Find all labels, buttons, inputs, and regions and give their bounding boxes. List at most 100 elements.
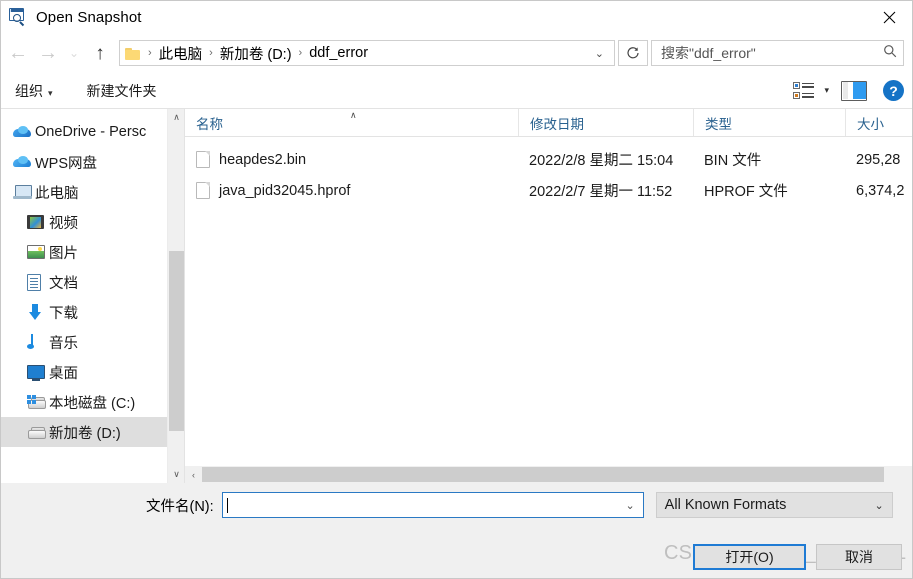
pictures-icon [27,245,49,259]
window-title: Open Snapshot [36,8,142,26]
back-icon[interactable]: ← [3,38,33,68]
snapshot-search-icon [8,7,28,27]
cancel-button[interactable]: 取消 [816,544,902,570]
this-pc-icon [13,185,35,199]
sidebar-item-pictures[interactable]: 图片 [1,237,184,267]
sidebar-item-this-pc[interactable]: 此电脑 [1,177,184,207]
file-date-cell: 2022/2/7 星期一 11:52 [529,184,673,200]
command-bar: 组织 ▾ 新建文件夹 ▾ ? [1,73,912,109]
new-folder-button[interactable]: 新建文件夹 [81,77,163,105]
chevron-down-icon[interactable]: ⌄ [868,499,889,512]
filename-row: 文件名(N): ⌄ All Known Formats ⌄ [1,492,912,518]
sidebar-item-desktop[interactable]: 桌面 [1,357,184,387]
file-rows: heapdes2.bin 2022/2/8 星期二 15:04 BIN 文件 2… [185,137,912,206]
column-header-type[interactable]: 类型 [693,109,845,136]
sidebar-item-label: 文档 [49,275,78,292]
file-icon [196,182,210,199]
sidebar-item-label: 音乐 [49,335,78,352]
sidebar-item-wps-cloud[interactable]: WPS网盘 [1,147,184,177]
sidebar-item-label: 图片 [49,245,78,262]
sidebar-item-downloads[interactable]: 下载 [1,297,184,327]
chevron-down-icon[interactable]: ⌄ [585,47,612,60]
sidebar-item-label: OneDrive - Persc [35,124,147,140]
folder-icon [125,47,141,60]
chevron-down-icon[interactable]: ⌄ [619,499,640,512]
scroll-up-icon[interactable]: ∧ [168,109,184,126]
forward-icon[interactable]: → [33,38,63,68]
column-header-date-modified[interactable]: 修改日期 [518,109,693,136]
horizontal-scrollbar-thumb[interactable] [202,467,884,482]
horizontal-scrollbar[interactable]: ‹ [185,466,912,483]
desktop-icon [27,365,49,381]
table-row[interactable]: java_pid32045.hprof 2022/2/7 星期一 11:52 H… [185,175,912,206]
sidebar-item-videos[interactable]: 视频 [1,207,184,237]
organize-button[interactable]: 组织 ▾ [9,77,59,105]
breadcrumb-item-this-pc[interactable]: 此电脑 [157,43,205,64]
breadcrumb-separator: › [148,47,152,59]
sidebar-item-label: 本地磁盘 (C:) [49,395,136,412]
navigation-bar: ← → ⌄ ↑ › 此电脑 › 新加卷 (D:) › ddf_error ⌄ 搜… [1,33,912,73]
dialog-footer: 文件名(N): ⌄ All Known Formats ⌄ CSDN @weix… [1,483,912,578]
sidebar-item-documents[interactable]: 文档 [1,267,184,297]
sort-ascending-icon: ∧ [350,110,357,120]
open-button[interactable]: 打开(O) [693,544,806,570]
file-size-cell: 295,28 [856,151,901,168]
scroll-down-icon[interactable]: ∨ [168,466,184,483]
file-list-pane: 名称 ∧ 修改日期 类型 大小 heapdes2.bin 2022/2/8 星期… [185,109,912,483]
onedrive-cloud-icon [13,126,35,138]
breadcrumb-item-drive-d[interactable]: 新加卷 (D:) [218,43,294,64]
sidebar-item-label: 新加卷 (D:) [49,425,121,442]
wps-cloud-icon [13,156,35,168]
filename-input[interactable]: ⌄ [221,492,644,518]
scroll-left-icon[interactable]: ‹ [185,466,202,483]
help-button[interactable]: ? [883,80,904,101]
address-bar[interactable]: › 此电脑 › 新加卷 (D:) › ddf_error ⌄ [119,40,615,66]
file-type-filter-value: All Known Formats [664,497,787,513]
preview-pane-icon[interactable] [841,80,867,101]
view-options-caret-icon[interactable]: ▾ [815,85,841,96]
file-name-cell: java_pid32045.hprof [185,182,518,199]
refresh-icon[interactable] [618,40,648,66]
sidebar-item-new-volume-d[interactable]: 新加卷 (D:) [1,417,184,447]
documents-icon [27,273,49,291]
file-icon [196,151,210,168]
file-date-cell: 2022/2/8 星期二 15:04 [529,153,674,169]
up-icon[interactable]: ↑ [85,38,115,68]
dialog-body: OneDrive - Persc WPS网盘 此电脑 视频 图片 文档 下载 音… [1,109,912,483]
videos-icon [27,215,49,229]
open-snapshot-dialog: Open Snapshot ← → ⌄ ↑ › 此电脑 › 新加卷 (D:) ›… [0,0,913,579]
sidebar-item-local-disk-c[interactable]: 本地磁盘 (C:) [1,387,184,417]
file-name: heapdes2.bin [219,151,307,168]
navigation-list: OneDrive - Persc WPS网盘 此电脑 视频 图片 文档 下载 音… [1,109,184,447]
file-type-cell: BIN 文件 [704,153,762,169]
command-bar-right: ▾ ? [793,80,912,101]
sidebar-item-onedrive[interactable]: OneDrive - Persc [1,117,184,147]
local-disk-icon [27,395,49,409]
text-cursor [226,497,228,513]
view-options-icon[interactable] [793,81,815,100]
file-name-cell: heapdes2.bin [185,151,518,168]
filename-label: 文件名(N): [146,498,214,515]
column-header-name[interactable]: 名称 ∧ [185,109,518,136]
drive-icon [27,425,49,439]
sidebar-item-label: 此电脑 [35,185,79,202]
column-header-size[interactable]: 大小 [845,109,912,136]
table-row[interactable]: heapdes2.bin 2022/2/8 星期二 15:04 BIN 文件 2… [185,144,912,175]
file-type-filter[interactable]: All Known Formats ⌄ [655,492,893,518]
sidebar-scrollbar[interactable]: ∧ ∨ [167,109,184,483]
breadcrumb-item-ddf-error[interactable]: ddf_error [307,45,370,61]
close-icon[interactable] [866,1,912,33]
sidebar-scrollbar-thumb[interactable] [169,251,184,431]
file-type-cell: HPROF 文件 [704,184,788,200]
chevron-down-icon: ▾ [48,87,53,98]
music-icon [27,333,49,351]
sidebar-item-label: 桌面 [49,365,78,382]
recent-locations-icon[interactable]: ⌄ [63,38,85,68]
sidebar-item-music[interactable]: 音乐 [1,327,184,357]
dialog-buttons: 打开(O) 取消 [693,544,902,570]
search-input[interactable]: 搜索"ddf_error" [661,43,756,63]
search-box[interactable]: 搜索"ddf_error" [651,40,904,66]
downloads-icon [27,303,49,321]
sidebar-item-label: 视频 [49,215,78,232]
sidebar-item-label: WPS网盘 [35,155,98,172]
